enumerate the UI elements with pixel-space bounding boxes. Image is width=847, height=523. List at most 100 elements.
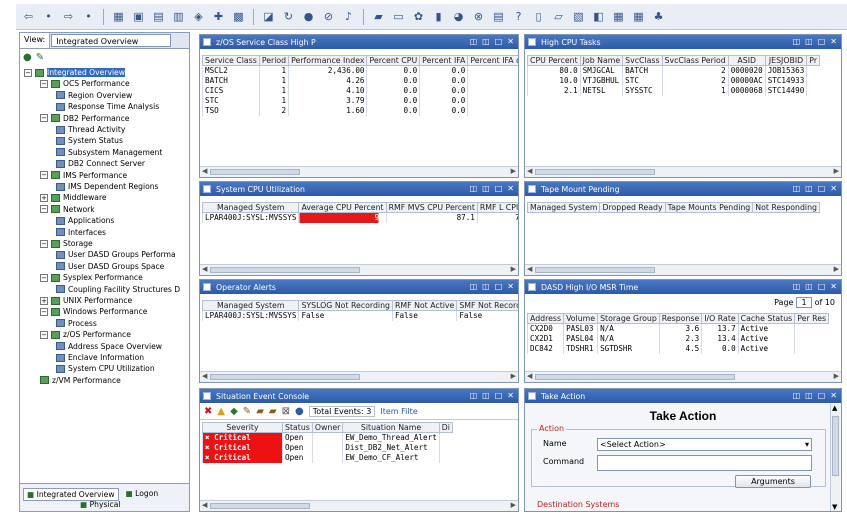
column-header[interactable]: Address [526,313,565,324]
command-input[interactable] [597,455,812,471]
column-header[interactable]: Situation Name [342,422,440,433]
properties-icon[interactable]: ▤ [150,8,167,25]
table-row[interactable]: LPAR400J:SYSL:MVSSYS9187.179.7 [201,212,518,223]
table-row[interactable]: ✖ Critical Open EW_Demo_Thread_Alert [202,432,453,443]
restore-icon[interactable]: ◫ [793,282,801,291]
column-header[interactable]: Per Res [794,313,830,324]
stop-filter-icon[interactable]: ⊠ [282,406,290,417]
scroll-right-icon[interactable]: ▶ [834,372,839,380]
scroll-left-icon[interactable]: ◀ [527,167,532,175]
maximize-icon[interactable]: □ [818,391,826,400]
scroll-left-icon[interactable]: ◀ [527,265,532,273]
collapse-icon[interactable]: − [40,307,48,316]
restore-icon[interactable]: ◫ [793,37,801,46]
table-icon[interactable]: ◪ [260,8,277,25]
maximize-icon[interactable]: □ [818,282,826,291]
column-header[interactable]: I/O Rate [701,313,739,324]
column-header[interactable]: Volume [563,313,599,324]
tree-item[interactable]: − Network [40,204,95,215]
notepad-icon[interactable]: ▯ [530,8,547,25]
column-header[interactable]: SYSLOG Not Recording [298,300,393,311]
column-header[interactable]: RMF Not Active [391,300,458,311]
column-header[interactable]: SvcClass [622,55,663,66]
maximize-icon[interactable]: □ [495,391,503,400]
column-header[interactable]: Percent CPU [366,55,421,66]
table-row[interactable]: CX2D0 PASL03 N/A 3.6 13.7 Active [526,323,829,334]
wizard-icon[interactable]: ✿ [410,8,427,25]
plugin-icon[interactable]: ◧ [590,8,607,25]
tree-item[interactable]: Region Overview [56,90,132,101]
properties-icon[interactable]: ◫ [482,391,490,400]
history-icon[interactable]: ▥ [170,8,187,25]
monitor-icon[interactable]: ▭ [390,8,407,25]
scroll-left-icon[interactable]: ◀ [202,372,207,380]
topology-icon[interactable]: ⊗ [470,8,487,25]
horizontal-scrollbar[interactable]: ◀ ▶ [200,166,518,177]
column-header[interactable]: Percent IFA on CP [467,55,518,66]
restore-icon[interactable]: ◫ [470,391,478,400]
refresh-icon[interactable]: ● [23,52,32,63]
column-header[interactable]: Percent IFA [419,55,469,66]
close-icon[interactable]: ✕ [507,184,514,193]
acknowledge-icon[interactable]: ✎ [243,406,251,417]
tree-item[interactable]: Process [56,318,97,329]
restore-icon[interactable]: ◫ [470,184,478,193]
tree-item[interactable]: + UNIX Performance [40,295,132,306]
sound-icon[interactable]: ♪ [340,8,357,25]
scroll-thumb[interactable] [832,416,839,476]
tree-item[interactable]: System Status [56,135,123,146]
tree-item[interactable]: Enclave Information [56,352,144,363]
import-icon[interactable]: ▦ [630,8,647,25]
expand-icon[interactable]: + [40,296,48,305]
properties-icon[interactable]: ◫ [482,37,490,46]
scroll-right-icon[interactable]: ▶ [834,167,839,175]
open-events-icon[interactable]: ▰ [256,406,264,417]
expand-icon[interactable]: + [40,193,48,202]
forward-icon[interactable]: ⇨ [60,8,77,25]
closed-events-icon[interactable]: ▰ [269,406,277,417]
scroll-right-icon[interactable]: ▶ [834,265,839,273]
tree-item[interactable]: − Windows Performance [40,306,147,317]
column-header[interactable]: Response [658,313,703,324]
column-header[interactable]: Managed System [201,300,300,311]
tree-item[interactable]: − IMS Performance [40,170,127,181]
restore-icon[interactable]: ◫ [470,37,478,46]
table-row[interactable]: DC842 TDSHR1 SGTDSHR 4.5 0.0 Active [526,344,829,354]
warning-filter-icon[interactable]: ▲ [217,406,225,417]
table-row[interactable]: ✖ Critical Open EW_Demo_CF_Alert [202,453,453,463]
close-icon[interactable]: ✕ [830,282,837,291]
column-header[interactable]: CPU Percent [527,55,581,66]
save-icon[interactable]: ▣ [130,8,147,25]
tree-item[interactable]: Address Space Overview [56,341,162,352]
column-header[interactable]: Average CPU Percent [298,202,387,213]
tab-logon[interactable]: ■ Logon [123,488,162,501]
scroll-right-icon[interactable]: ▶ [511,372,516,380]
column-header[interactable]: SMF Not Recordin [456,300,518,311]
properties-icon[interactable]: ◫ [482,184,490,193]
maximize-icon[interactable]: □ [495,37,503,46]
scroll-thumb[interactable] [210,169,300,175]
collapse-icon[interactable]: − [24,68,32,77]
dot-icon[interactable]: • [40,8,57,25]
scroll-thumb[interactable] [210,267,360,273]
table-row[interactable]: 80.0 SMJGCAL BATCH 2 0000020 JOB15363 [527,65,820,76]
restore-icon[interactable]: ◫ [793,391,801,400]
scroll-right-icon[interactable]: ▶ [511,265,516,273]
column-header[interactable]: Service Class [202,55,260,66]
close-icon[interactable]: ✕ [830,184,837,193]
tree-item[interactable]: IMS Dependent Regions [56,181,159,192]
column-header[interactable]: Performance Index [288,55,368,66]
column-header[interactable]: Managed System [201,202,300,213]
column-header[interactable]: Severity [202,422,283,433]
arguments-button[interactable]: Arguments [735,475,811,488]
tree-item[interactable]: System CPU Utilization [56,363,155,374]
scroll-right-icon[interactable]: ▶ [511,167,516,175]
column-header[interactable]: Managed System [526,202,601,213]
horizontal-scrollbar[interactable]: ◀ ▶ [525,264,841,275]
collapse-icon[interactable]: − [40,114,48,123]
view-select[interactable]: Integrated Overview [51,34,172,47]
scroll-right-icon[interactable]: ▶ [511,501,516,509]
column-header[interactable]: Period [258,55,290,66]
tree-item[interactable]: − Storage [40,238,93,249]
column-header[interactable]: Dropped Ready [599,202,666,213]
